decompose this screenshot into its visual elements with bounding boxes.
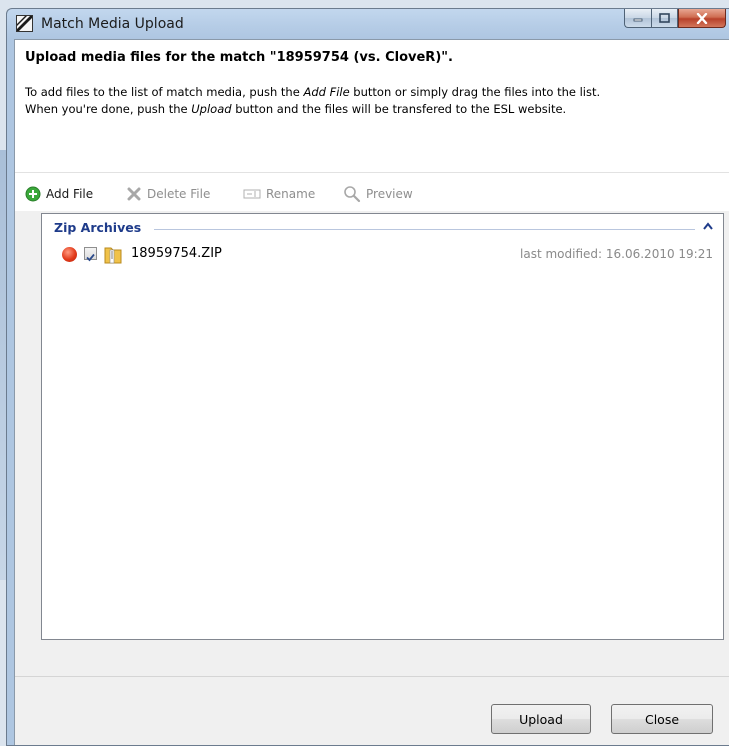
rename-button[interactable]: Rename	[243, 185, 315, 203]
file-checkbox[interactable]	[84, 247, 97, 262]
preview-label: Preview	[366, 187, 413, 201]
minimize-icon	[633, 18, 643, 22]
dialog-client-area: Upload media files for the match "189597…	[14, 39, 729, 745]
maximize-icon	[659, 13, 670, 23]
list-item[interactable]: 18959754.ZIP last modified: 16.06.2010 1…	[60, 244, 713, 266]
toolbar: Add File Delete File Rename Preview	[15, 172, 729, 211]
maximize-button[interactable]	[651, 9, 678, 28]
zip-archive-icon	[104, 247, 122, 264]
page-title: Upload media files for the match "189597…	[25, 50, 453, 65]
delete-file-label: Delete File	[147, 187, 211, 201]
footer-divider	[15, 676, 729, 677]
caption-buttons	[624, 9, 726, 29]
magnifier-icon	[344, 186, 361, 203]
instructions-line-1: To add files to the list of match media,…	[25, 85, 601, 99]
group-title: Zip Archives	[54, 220, 142, 235]
close-button[interactable]: Close	[611, 704, 713, 734]
media-file-list[interactable]: Zip Archives 18959754.ZIP last modified:…	[41, 213, 724, 640]
header-panel: Upload media files for the match "189597…	[15, 40, 729, 172]
file-modified-date: last modified: 16.06.2010 19:21	[520, 247, 713, 261]
add-file-button[interactable]: Add File	[25, 185, 93, 203]
delete-file-button[interactable]: Delete File	[126, 185, 210, 203]
add-file-label: Add File	[46, 187, 94, 201]
close-window-button[interactable]	[678, 9, 726, 28]
upload-button[interactable]: Upload	[491, 704, 591, 734]
checkmark-icon	[86, 253, 95, 262]
collapse-group-icon[interactable]	[703, 222, 713, 230]
delete-icon	[127, 187, 141, 201]
instructions-line-2: When you're done, push the Upload button…	[25, 102, 567, 116]
rename-icon	[243, 189, 261, 199]
esl-logo-icon	[16, 15, 33, 32]
dialog-window: Match Media Upload Upload media files fo…	[6, 8, 729, 746]
file-name: 18959754.ZIP	[131, 246, 222, 261]
status-red-icon	[62, 247, 77, 262]
preview-button[interactable]: Preview	[343, 185, 413, 203]
close-icon	[696, 12, 708, 24]
instructions: To add files to the list of match media,…	[25, 84, 729, 118]
window-title: Match Media Upload	[41, 16, 184, 32]
rename-label: Rename	[266, 187, 316, 201]
title-bar[interactable]: Match Media Upload	[7, 9, 729, 39]
group-divider	[154, 229, 695, 230]
add-icon	[25, 186, 41, 202]
minimize-button[interactable]	[624, 9, 651, 28]
